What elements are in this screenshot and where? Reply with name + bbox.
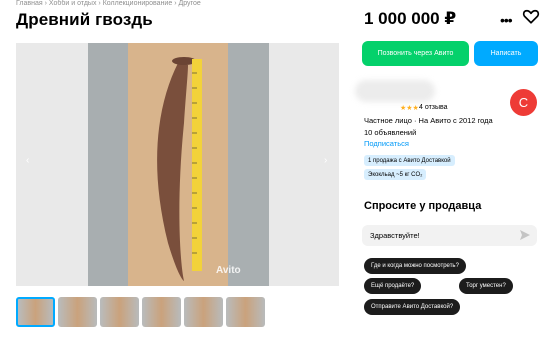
price: 1 000 000 ₽ — [364, 9, 457, 28]
thumbnail[interactable] — [142, 297, 181, 327]
quick-question-chip[interactable]: Отправите Авито Доставкой? — [364, 299, 461, 315]
chevron-left-icon[interactable]: ‹ — [26, 155, 29, 166]
seller-name-blurred[interactable] — [355, 80, 435, 102]
write-button[interactable]: Написать — [474, 41, 538, 66]
chevron-right-icon[interactable]: › — [324, 155, 327, 166]
thumbnail[interactable] — [226, 297, 265, 327]
gallery-side — [269, 43, 339, 286]
ask-seller-title: Спросите у продавца — [364, 200, 482, 212]
quick-question-chip[interactable]: Где и когда можно посмотреть? — [364, 258, 466, 274]
watermark: Avito — [216, 265, 241, 276]
rating-stars: ★★★ — [400, 105, 419, 112]
quick-question-chip[interactable]: Торг уместен? — [459, 278, 513, 294]
thumbnail[interactable] — [16, 297, 55, 327]
main-photo — [88, 43, 269, 286]
avatar[interactable]: С — [510, 89, 537, 116]
nail-photo — [88, 43, 269, 286]
eco-badge: Экокльад ~5 кг CO₂ — [364, 169, 427, 180]
reviews-link[interactable]: 4 отзыва — [419, 104, 448, 111]
page-title: Древний гвоздь — [16, 10, 153, 29]
photo-gallery[interactable]: ‹ › Avito — [16, 43, 339, 286]
breadcrumb-other[interactable]: Другое — [178, 0, 200, 7]
breadcrumb-home[interactable]: Главная — [16, 0, 43, 7]
subscribe-link[interactable]: Подписаться — [364, 139, 409, 148]
call-via-avito-button[interactable]: Позвонить через Авито — [362, 41, 469, 66]
thumbnail[interactable] — [100, 297, 139, 327]
seller-info: Частное лицо · На Авито с 2012 года — [364, 116, 493, 125]
thumbnail-strip — [16, 297, 265, 327]
breadcrumb: Главная › Хобби и отдых › Коллекциониров… — [16, 0, 201, 7]
delivery-badge: 1 продажа с Авито Доставкой — [364, 155, 455, 166]
thumbnail[interactable] — [184, 297, 223, 327]
breadcrumb-hobby[interactable]: Хобби и отдых — [49, 0, 97, 7]
heart-icon[interactable] — [522, 7, 540, 25]
thumbnail[interactable] — [58, 297, 97, 327]
send-icon[interactable] — [520, 230, 530, 240]
breadcrumb-collecting[interactable]: Коллекционирование — [103, 0, 173, 7]
more-icon[interactable]: ••• — [500, 12, 513, 28]
message-input[interactable]: Здравствуйте! — [362, 225, 537, 246]
quick-question-chip[interactable]: Ещё продаёте? — [364, 278, 422, 294]
seller-ads-count[interactable]: 10 объявлений — [364, 128, 416, 137]
